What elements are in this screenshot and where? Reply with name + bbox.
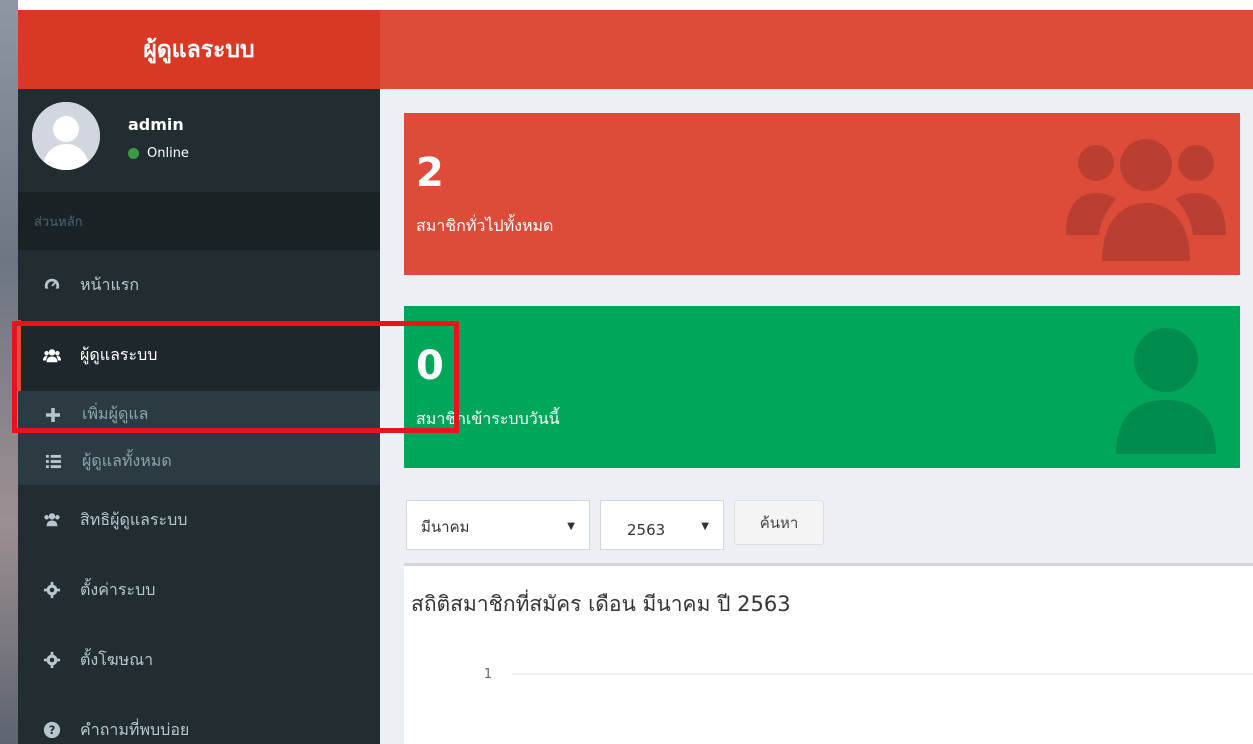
caret-down-icon: ▼	[567, 521, 575, 532]
sidebar-item-label: ตั้งโฆษณา	[80, 649, 154, 669]
sidebar-item-label: คำถามที่พบบ่อย	[80, 719, 190, 739]
online-dot-icon	[128, 148, 139, 159]
question-circle-icon: ?	[42, 720, 62, 740]
users-icon	[42, 346, 62, 366]
stat-label: สมาชิกทั่วไปทั้งหมด	[416, 216, 554, 235]
gear-icon	[42, 650, 62, 670]
sidebar-item-admins[interactable]: ผู้ดูแลระบบ	[18, 320, 380, 391]
search-button[interactable]: ค้นหา	[734, 500, 824, 545]
stat-label: สมาชิกเข้าระบบวันนี้	[416, 409, 560, 428]
top-navbar	[380, 10, 1253, 89]
month-select[interactable]: มีนาคม ▼	[406, 500, 590, 550]
sidebar-item-permissions[interactable]: สิทธิผู้ดูแลระบบ	[18, 485, 380, 555]
user-panel: admin Online	[18, 89, 380, 192]
user-status-text: Online	[147, 146, 189, 161]
dashboard-icon	[42, 275, 62, 295]
stat-value: 0	[416, 343, 444, 389]
submenu-item-label: เพิ่มผู้ดูแล	[82, 404, 149, 423]
stat-value: 2	[416, 150, 444, 196]
logo[interactable]: ผู้ดูแลระบบ	[18, 10, 380, 89]
plus-icon	[44, 407, 62, 422]
sidebar-item-label: สิทธิผู้ดูแลระบบ	[80, 509, 188, 529]
gear-icon	[42, 580, 62, 600]
stat-box-members-total[interactable]: 2 สมาชิกทั่วไปทั้งหมด	[404, 113, 1240, 275]
submenu-item-all-admins[interactable]: ผู้ดูแลทั้งหมด	[18, 438, 380, 485]
sidebar-item-ads[interactable]: ตั้งโฆษณา	[18, 625, 380, 695]
background-strip	[0, 0, 18, 744]
submenu-item-label: ผู้ดูแลทั้งหมด	[82, 451, 172, 470]
year-select[interactable]: 2563 ▼	[600, 500, 724, 550]
chart-canvas: 1	[484, 667, 1253, 682]
logo-text: ผู้ดูแลระบบ	[143, 36, 255, 63]
user-avatar-icon	[32, 102, 100, 170]
sidebar-item-label: ผู้ดูแลระบบ	[80, 345, 158, 364]
sidebar-item-settings[interactable]: ตั้งค่าระบบ	[18, 555, 380, 625]
users-icon	[1066, 139, 1226, 261]
year-select-value: 2563	[627, 521, 666, 539]
top-border	[18, 0, 1253, 10]
filter-bar: มีนาคม ▼ 2563 ▼ ค้นหา	[406, 500, 824, 550]
user-status: Online	[128, 146, 189, 161]
sidebar-item-home[interactable]: หน้าแรก	[18, 250, 380, 320]
section-header: ส่วนหลัก	[18, 192, 380, 250]
stat-box-members-today[interactable]: 0 สมาชิกเข้าระบบวันนี้	[404, 306, 1240, 468]
y-axis-tick-label: 1	[484, 667, 492, 682]
user-name: admin	[128, 115, 184, 134]
users-icon	[42, 510, 62, 530]
month-select-value: มีนาคม	[421, 518, 470, 536]
sidebar-item-label: ตั้งค่าระบบ	[80, 579, 156, 599]
submenu-item-add-admin[interactable]: เพิ่มผู้ดูแล	[18, 391, 380, 438]
svg-text:?: ?	[49, 723, 56, 737]
chart-title: สถิติสมาชิกที่สมัคร เดือน มีนาคม ปี 2563	[411, 592, 791, 616]
user-icon	[1116, 328, 1216, 454]
sidebar-item-label: หน้าแรก	[80, 274, 140, 294]
sidebar-item-faq[interactable]: ? คำถามที่พบบ่อย	[18, 695, 380, 744]
submenu-admins: เพิ่มผู้ดูแล ผู้ดูแลทั้งหมด	[18, 391, 380, 485]
sidebar: ผู้ดูแลระบบ admin Online ส่วนหลัก หน้าแร…	[18, 10, 380, 744]
chart-box: สถิติสมาชิกที่สมัคร เดือน มีนาคม ปี 2563…	[404, 563, 1253, 744]
avatar	[32, 102, 100, 170]
list-icon	[44, 454, 62, 469]
caret-down-icon: ▼	[701, 521, 709, 532]
